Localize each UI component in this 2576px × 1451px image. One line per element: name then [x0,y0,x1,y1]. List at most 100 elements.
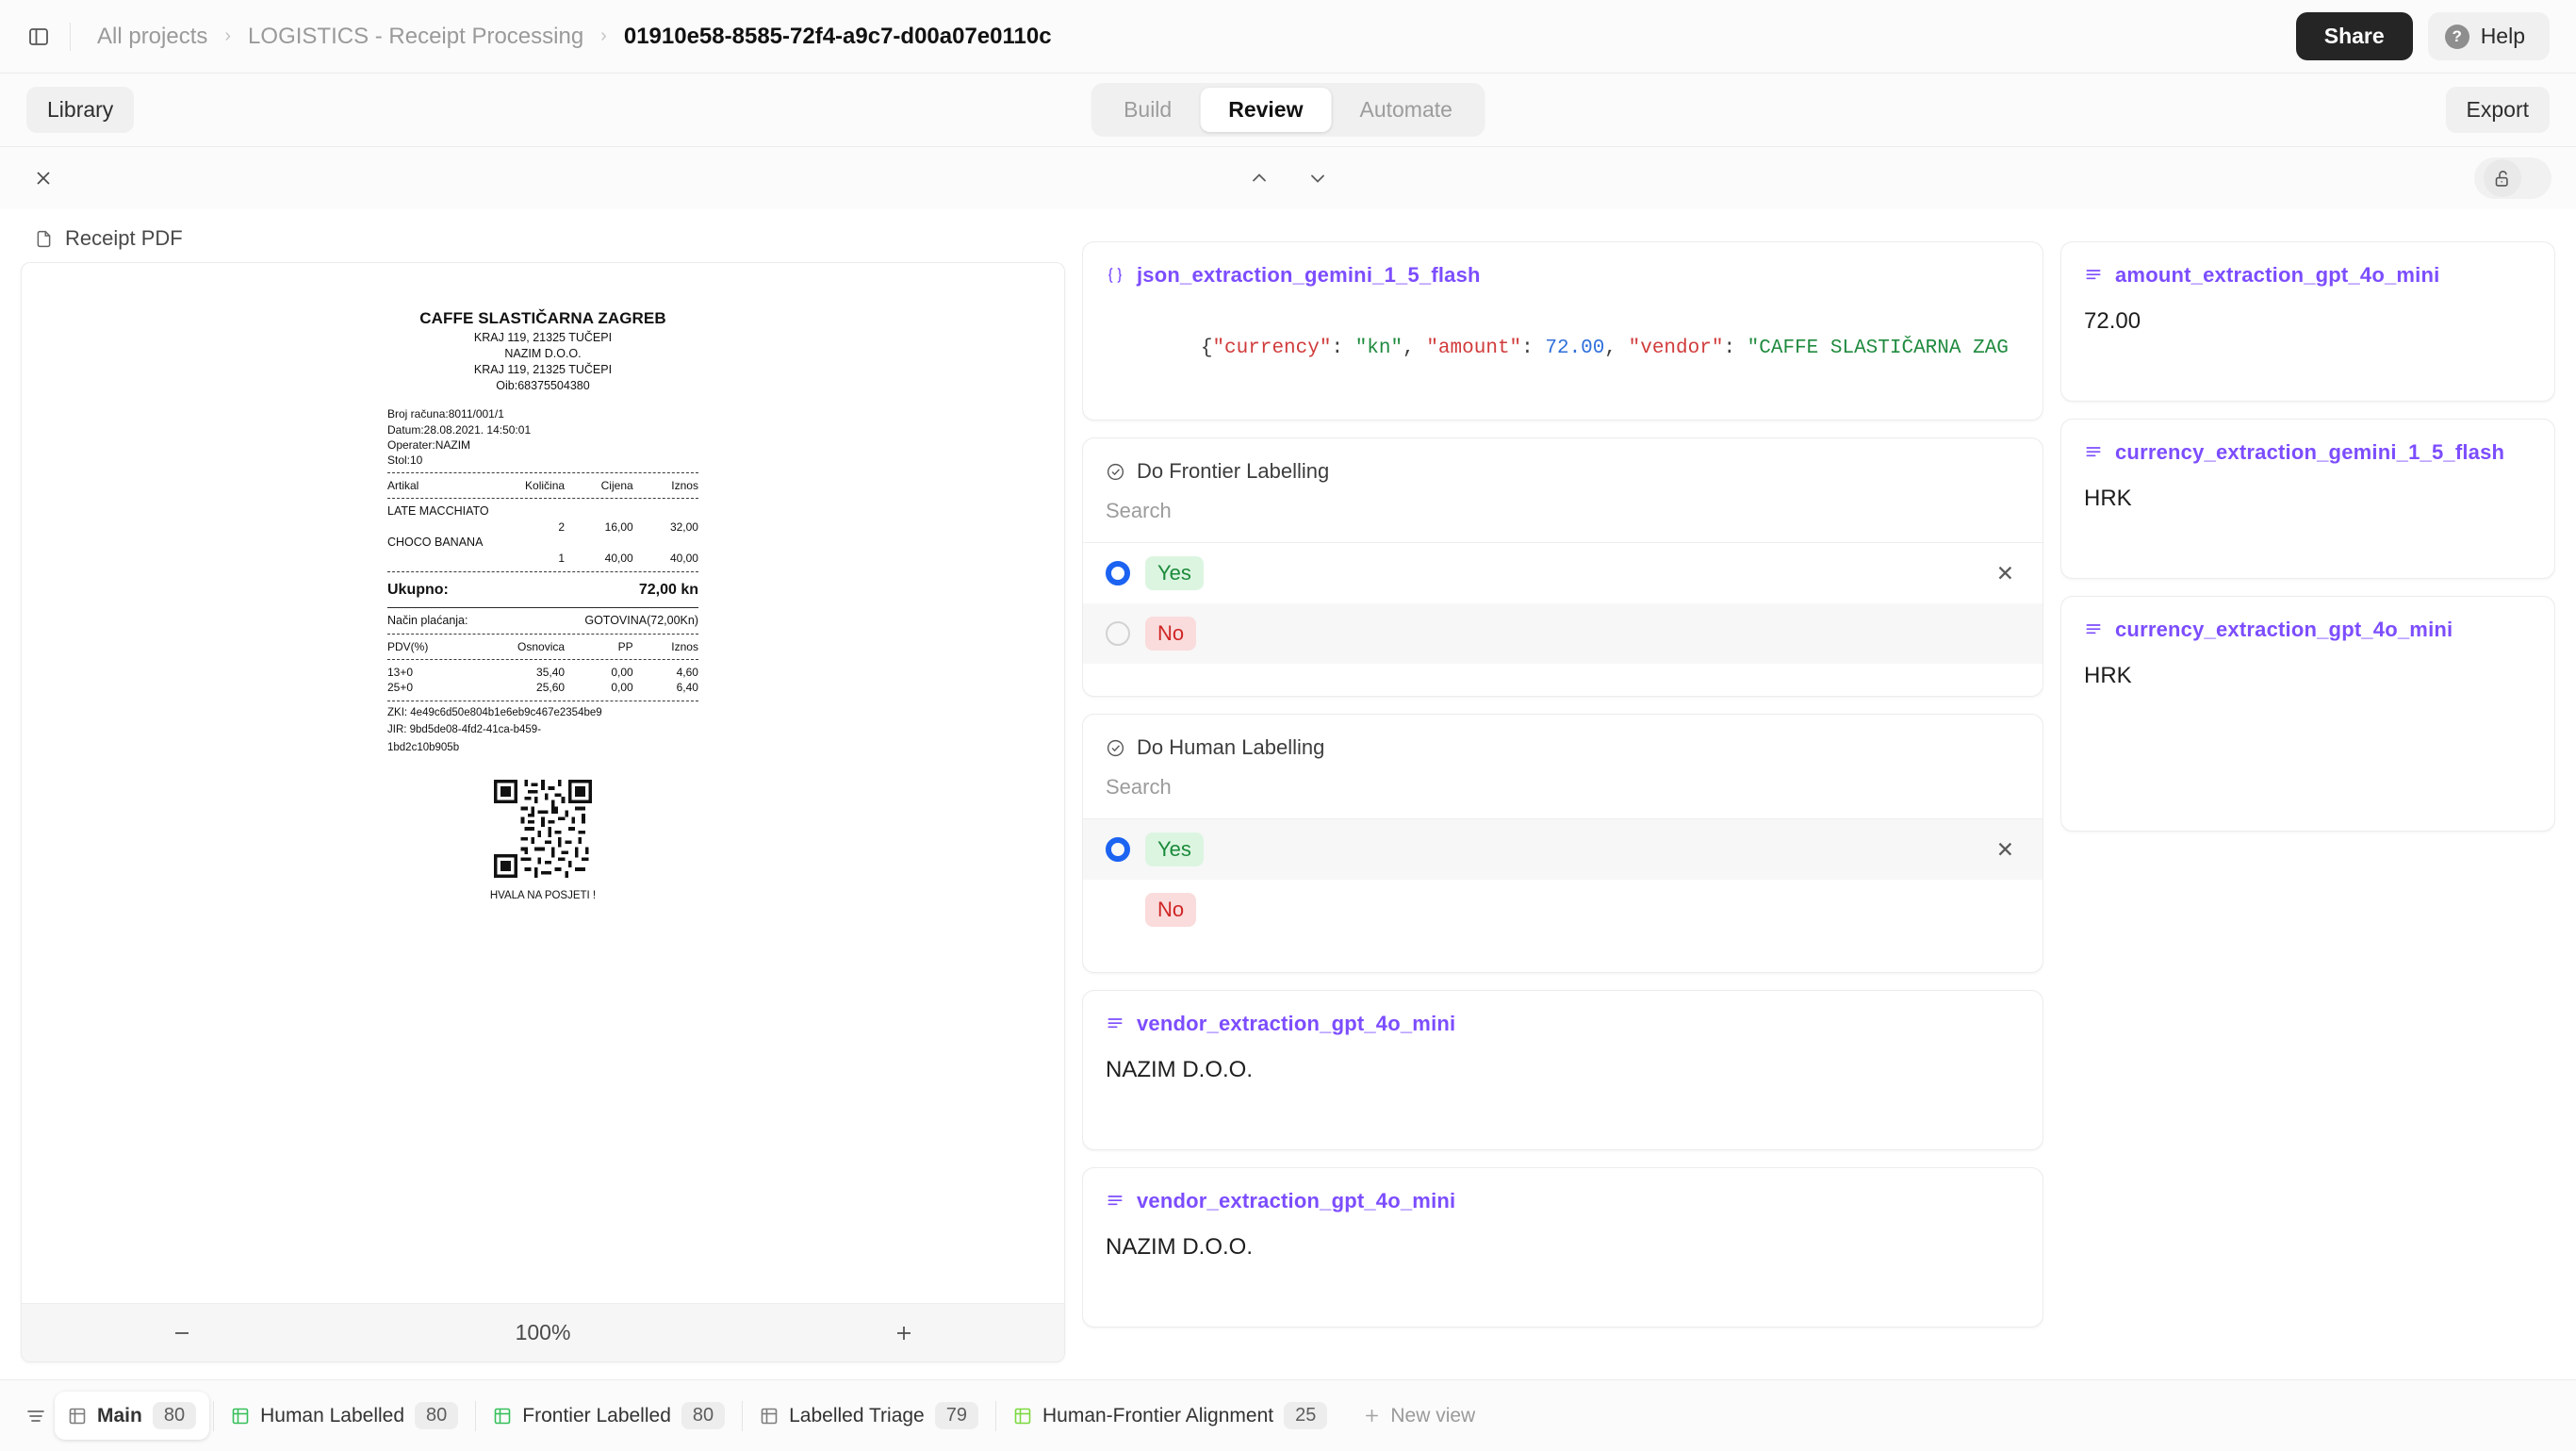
previous-record-button[interactable] [1240,159,1278,197]
breadcrumb-item-record[interactable]: 01910e58-8585-72f4-a9c7-d00a07e0110c [618,20,1058,54]
view-tab-count: 79 [934,1402,978,1429]
pdf-scroll-area[interactable]: CAFFE SLASTIČARNA ZAGREB KRAJ 119, 21325… [22,263,1064,1303]
receipt-tax-row: 25+0 25,60 0,00 6,40 [387,680,698,695]
card-header: currency_extraction_gemini_1_5_flash [2061,420,2554,465]
search-input[interactable] [1106,775,2020,800]
lock-toggle[interactable] [2474,157,2551,199]
card-title[interactable]: currency_extraction_gemini_1_5_flash [2115,440,2504,465]
option-row-yes[interactable]: Yes ✕ [1083,819,2043,880]
card-title[interactable]: vendor_extraction_gpt_4o_mini [1137,1012,1455,1036]
tab-build[interactable]: Build [1095,88,1200,132]
card-title[interactable]: vendor_extraction_gpt_4o_mini [1137,1189,1455,1213]
breadcrumb-item-all-projects[interactable]: All projects [91,20,213,54]
help-button[interactable]: ? Help [2427,12,2550,60]
zoom-in-button[interactable] [885,1314,923,1352]
json-extraction-card: json_extraction_gemini_1_5_flash {"curre… [1082,241,2043,420]
receipt-payment: Način plaćanja: GOTOVINA(72,00Kn) [387,613,698,629]
option-row-yes[interactable]: Yes ✕ [1083,543,2043,603]
main-content: Receipt PDF CAFFE SLASTIČARNA ZAGREB KRA… [0,209,2576,1379]
filter-views-button[interactable] [17,1397,55,1435]
card-header: json_extraction_gemini_1_5_flash [1083,242,2043,288]
chevron-down-icon [1307,168,1328,189]
receipt-oib: Oib:68375504380 [496,378,590,392]
panel-left-toggle[interactable] [21,19,57,55]
pdf-tab-row: Receipt PDF [21,209,1065,262]
share-button[interactable]: Share [2295,12,2413,60]
tab-review[interactable]: Review [1200,88,1332,132]
search-input[interactable] [1106,499,2020,523]
check-circle-icon [1106,738,1125,758]
card-spacer [2061,512,2554,578]
receipt-item-row: LATE MACCHIATO 2 16,00 32,00 [387,503,698,535]
filter-icon [25,1406,46,1426]
grid-icon [1013,1407,1032,1426]
view-tab-human-frontier-alignment[interactable]: Human-Frontier Alignment 25 [1000,1392,1340,1440]
option-row-no[interactable]: No [1083,603,2043,664]
view-tab-human-labelled[interactable]: Human Labelled 80 [218,1392,471,1440]
close-record-button[interactable] [25,159,62,197]
card-spacer [2061,689,2554,831]
json-token: : [1723,338,1747,359]
qr-code [494,780,592,879]
currency-gpt-card: currency_extraction_gpt_4o_mini HRK [2060,596,2555,832]
new-view-button[interactable]: New view [1348,1394,1490,1438]
json-token: , [1403,338,1427,359]
frontier-search-field[interactable] [1083,484,2043,543]
tax-amount: 6,40 [676,681,698,695]
breadcrumb-item-project[interactable]: LOGISTICS - Receipt Processing [242,20,589,54]
json-token: "kn" [1354,338,1403,359]
chevron-up-icon [1249,168,1270,189]
zoom-level-label: 100% [515,1320,571,1344]
radio-yes[interactable] [1106,837,1130,862]
json-token: "currency" [1212,338,1332,359]
unlock-icon [2484,159,2521,197]
column-header-tax-amount: Iznos [671,639,698,653]
item-name: LATE MACCHIATO [387,504,489,519]
clear-option-icon[interactable]: ✕ [1991,837,2020,863]
close-icon [34,169,53,188]
tax-rate: 25+0 [387,681,414,695]
text-lines-icon [2084,620,2103,639]
card-header: amount_extraction_gpt_4o_mini [2061,242,2554,288]
radio-no[interactable] [1106,621,1130,646]
receipt-tax-header: PDV(%) Osnovica PP Iznos [387,639,698,654]
human-search-field[interactable] [1083,760,2043,819]
panel-left-icon [27,25,50,48]
receipt-address-1: KRAJ 119, 21325 TUČEPI [473,330,613,344]
top-bar: All projects › LOGISTICS - Receipt Proce… [0,0,2576,74]
view-tab-main[interactable]: Main 80 [55,1392,210,1440]
json-token: : [1521,338,1546,359]
option-row-no[interactable]: No [1083,880,2043,940]
card-header: Do Human Labelling [1083,715,2043,760]
item-name: CHOCO BANANA [387,536,484,550]
radio-yes[interactable] [1106,561,1130,585]
clear-option-icon[interactable]: ✕ [1991,561,2020,586]
breadcrumb-separator: › [224,25,232,46]
text-lines-icon [1106,1192,1124,1211]
next-record-button[interactable] [1299,159,1337,197]
divider [387,472,698,474]
column-header-item: Artikal [387,479,419,493]
zoom-out-button[interactable] [163,1314,201,1352]
card-title[interactable]: amount_extraction_gpt_4o_mini [2115,263,2439,288]
option-label-no: No [1145,893,1197,927]
export-button[interactable]: Export [2445,87,2550,133]
pdf-tab-receipt[interactable]: Receipt PDF [21,217,202,262]
view-tab-labelled-triage[interactable]: Labelled Triage 79 [747,1392,992,1440]
card-title: Do Human Labelling [1137,735,1325,759]
check-circle-icon [1106,462,1125,482]
mode-segmented-control: Build Review Automate [1091,83,1485,137]
grid-icon [493,1407,512,1426]
item-amount: 32,00 [669,520,698,535]
receipt-jir-line1: JIR: 9bd5de08-4fd2-41ca-b459- [387,724,542,736]
library-button[interactable]: Library [26,87,135,133]
tax-amount: 4,60 [676,666,698,680]
view-tab-frontier-labelled[interactable]: Frontier Labelled 80 [480,1392,738,1440]
view-tab-label: Main [97,1404,142,1426]
option-label-no: No [1145,617,1197,651]
card-title[interactable]: currency_extraction_gpt_4o_mini [2115,618,2453,642]
card-title[interactable]: json_extraction_gemini_1_5_flash [1137,263,1481,288]
tab-automate[interactable]: Automate [1331,88,1480,132]
json-token: { [1200,338,1213,359]
receipt-tax-row: 13+0 35,40 0,00 4,60 [387,665,698,680]
